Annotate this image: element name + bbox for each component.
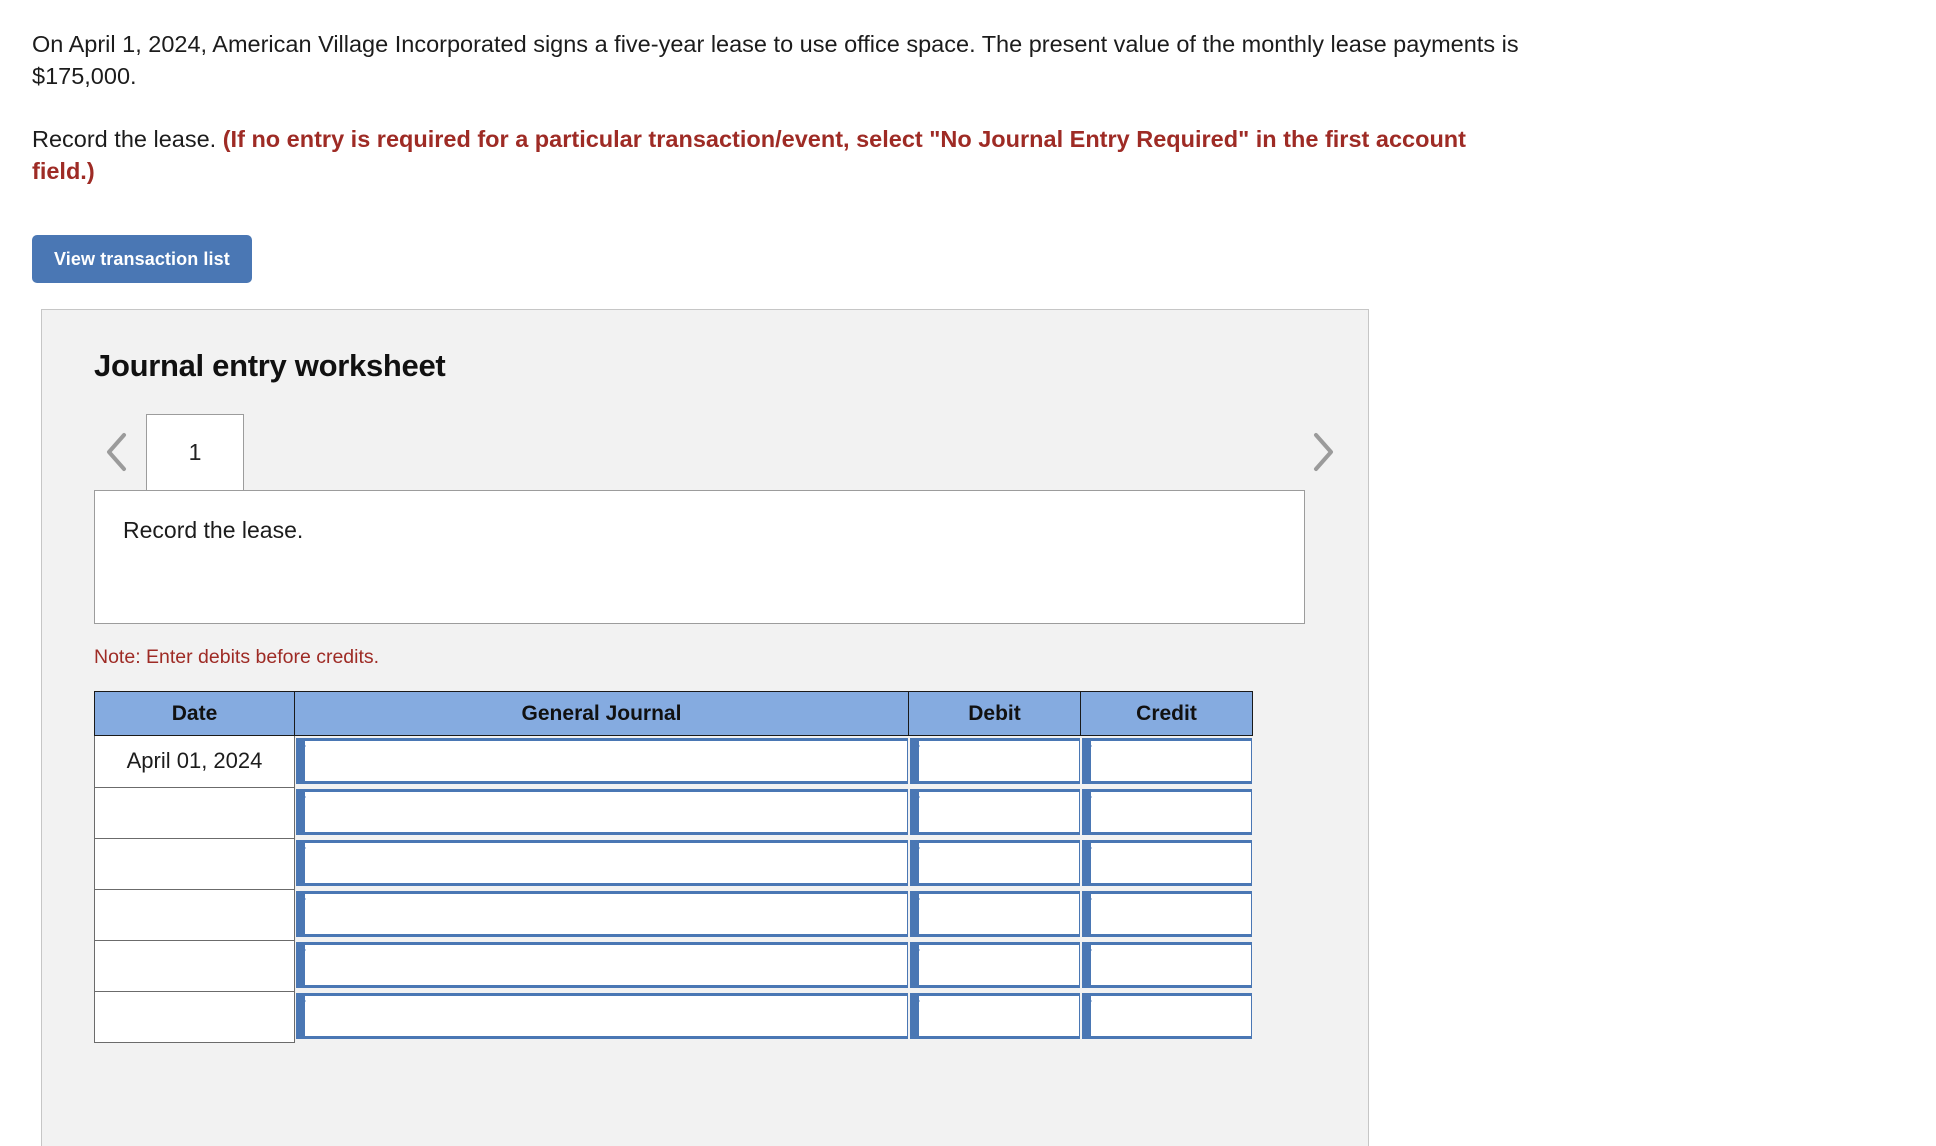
chevron-left-icon[interactable]	[94, 414, 140, 490]
debit-input[interactable]	[909, 993, 1080, 1039]
credit-input[interactable]	[1081, 789, 1252, 835]
cell-debit[interactable]	[908, 889, 1081, 940]
instruction-emphasis-text: (If no entry is required for a particula…	[32, 126, 1466, 184]
debits-before-credits-note: Note: Enter debits before credits.	[94, 646, 380, 668]
cell-general-journal[interactable]	[294, 787, 909, 838]
debit-input[interactable]	[909, 942, 1080, 988]
cell-credit[interactable]	[1080, 787, 1253, 838]
view-transaction-list-button[interactable]: View transaction list	[32, 235, 252, 283]
journal-table-head: Date General Journal Debit Credit	[94, 691, 1253, 736]
cell-date[interactable]	[94, 991, 295, 1043]
worksheet-description-text: Record the lease.	[123, 517, 304, 543]
cell-general-journal[interactable]	[294, 838, 909, 889]
journal-entry-table: Date General Journal Debit Credit April …	[94, 691, 1253, 1043]
cell-credit[interactable]	[1080, 940, 1253, 991]
worksheet-description-box: Record the lease.	[94, 490, 1305, 624]
table-row: April 01, 2024	[94, 735, 1253, 788]
instruction-plain-text: Record the lease.	[32, 126, 223, 152]
debit-input[interactable]	[909, 789, 1080, 835]
cell-date[interactable]	[94, 787, 295, 839]
journal-table-container: Date General Journal Debit Credit April …	[42, 669, 1368, 1043]
page-root: On April 1, 2024, American Village Incor…	[0, 0, 1936, 1146]
cell-general-journal[interactable]	[294, 940, 909, 991]
cell-date[interactable]	[94, 889, 295, 941]
cell-debit[interactable]	[908, 735, 1081, 787]
general-journal-select[interactable]	[296, 891, 908, 937]
cell-debit[interactable]	[908, 787, 1081, 838]
cell-credit[interactable]	[1080, 991, 1253, 1042]
cell-date[interactable]: April 01, 2024	[94, 735, 295, 788]
credit-input[interactable]	[1081, 891, 1252, 937]
cell-debit[interactable]	[908, 940, 1081, 991]
journal-entry-worksheet-panel: Journal entry worksheet 1 Record the lea…	[41, 309, 1369, 1146]
column-header-debit: Debit	[908, 691, 1081, 736]
cell-general-journal[interactable]	[294, 735, 909, 787]
column-header-date: Date	[94, 691, 295, 736]
problem-instruction: Record the lease. (If no entry is requir…	[0, 92, 1520, 187]
table-row	[94, 940, 1253, 992]
debit-input[interactable]	[909, 840, 1080, 886]
table-row	[94, 838, 1253, 890]
table-row	[94, 787, 1253, 839]
general-journal-select[interactable]	[296, 993, 908, 1039]
credit-input[interactable]	[1081, 942, 1252, 988]
general-journal-select[interactable]	[296, 789, 908, 835]
column-header-general-journal: General Journal	[294, 691, 909, 736]
journal-table-header-row: Date General Journal Debit Credit	[94, 691, 1253, 736]
cell-credit[interactable]	[1080, 735, 1253, 787]
journal-table-body: April 01, 2024	[94, 735, 1253, 1043]
cell-date[interactable]	[94, 940, 295, 992]
cell-debit[interactable]	[908, 991, 1081, 1042]
cell-general-journal[interactable]	[294, 991, 909, 1042]
tab-strip-spacer	[244, 414, 1368, 490]
worksheet-title: Journal entry worksheet	[94, 348, 446, 383]
worksheet-tab-1[interactable]: 1	[146, 414, 244, 490]
cell-credit[interactable]	[1080, 889, 1253, 940]
credit-input[interactable]	[1081, 840, 1252, 886]
table-row	[94, 991, 1253, 1043]
cell-date[interactable]	[94, 838, 295, 890]
cell-credit[interactable]	[1080, 838, 1253, 889]
problem-statement: On April 1, 2024, American Village Incor…	[32, 31, 1519, 89]
credit-input[interactable]	[1081, 738, 1252, 784]
debit-input[interactable]	[909, 891, 1080, 937]
worksheet-tab-strip: 1	[42, 414, 1368, 490]
cell-general-journal[interactable]	[294, 889, 909, 940]
general-journal-select[interactable]	[296, 738, 908, 784]
toolbar: View transaction list	[0, 187, 1936, 283]
credit-input[interactable]	[1081, 993, 1252, 1039]
table-row	[94, 889, 1253, 941]
cell-debit[interactable]	[908, 838, 1081, 889]
debit-input[interactable]	[909, 738, 1080, 784]
chevron-right-icon[interactable]	[1300, 414, 1346, 490]
general-journal-select[interactable]	[296, 942, 908, 988]
worksheet-tab-label: 1	[188, 439, 202, 465]
general-journal-select[interactable]	[296, 840, 908, 886]
column-header-credit: Credit	[1080, 691, 1253, 736]
